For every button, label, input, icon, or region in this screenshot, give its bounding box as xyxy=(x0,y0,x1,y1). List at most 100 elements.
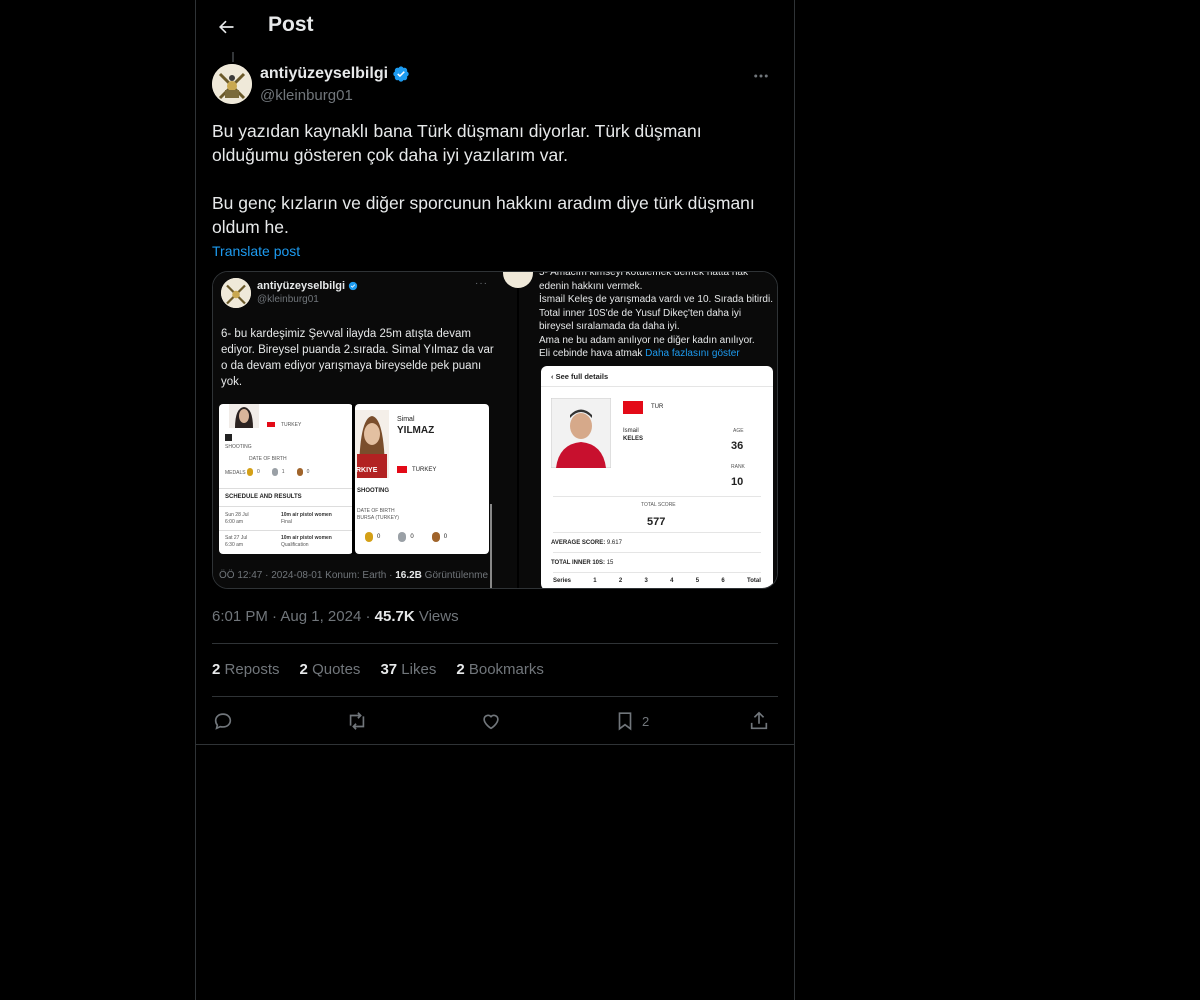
jersey-text: RKIYE xyxy=(356,467,378,474)
likes-stat[interactable]: 37 Likes xyxy=(380,661,436,678)
flag-icon xyxy=(397,466,407,473)
post-date[interactable]: Aug 1, 2024 xyxy=(280,608,361,625)
athlete-photo xyxy=(229,404,259,428)
screenshot-text: 5- Amacım kimseyi kötülemek demek hatta … xyxy=(539,272,775,361)
post-author: antiyüzeyselbilgi @kleinburg01 xyxy=(212,64,778,108)
repost-icon xyxy=(349,712,365,730)
screenshot-text-line: İsmail Keleş de yarışmada vardı ve 10. S… xyxy=(539,294,773,332)
bookmark-icon xyxy=(618,712,632,731)
like-button[interactable] xyxy=(480,706,502,736)
action-bar: 2 xyxy=(212,706,778,736)
screenshot-handle: @kleinburg01 xyxy=(257,294,319,305)
rank-label: RANK xyxy=(731,464,745,470)
screenshot-scrollbar xyxy=(490,504,492,588)
stat-label: Reposts xyxy=(224,661,280,678)
series-table-header: Series 1 2 3 4 5 6 Total xyxy=(553,578,761,584)
schedule-event: 10m air pistol women xyxy=(281,512,332,518)
card-medals-label: MEDALS xyxy=(225,470,246,476)
medal-count: 0 xyxy=(410,534,414,540)
stat-label: Likes xyxy=(401,661,437,678)
age-value: 36 xyxy=(731,440,744,452)
schedule-date: Sat 27 Jul xyxy=(225,535,248,541)
stat-label: Quotes xyxy=(312,661,361,678)
author-handle[interactable]: @kleinburg01 xyxy=(260,87,353,104)
screenshot-views: 16.2B xyxy=(395,570,422,581)
card-country: TURKEY xyxy=(281,422,302,428)
average-score-row: AVERAGE SCORE: 9.617 xyxy=(551,540,622,546)
screenshot-author-name: antiyüzeyselbilgi xyxy=(257,280,358,292)
screenshot-name-text: antiyüzeyselbilgi xyxy=(257,280,346,292)
share-button[interactable] xyxy=(748,706,770,736)
divider xyxy=(196,744,794,745)
table-header-cell: 3 xyxy=(644,578,648,584)
medal-row: 0 0 0 xyxy=(365,532,447,542)
media-image-left[interactable]: antiyüzeyselbilgi @kleinburg01 ··· 6- bu… xyxy=(213,272,517,588)
see-full-details-label: See full details xyxy=(555,372,609,381)
screenshot-text-line: Eli cebinde hava atmak xyxy=(539,348,646,359)
schedule-date: Sun 28 Jul xyxy=(225,512,249,518)
back-button[interactable] xyxy=(208,9,244,45)
schedule-stage: Final xyxy=(281,519,292,525)
flag-icon xyxy=(623,401,643,414)
screenshot-more-icon: ··· xyxy=(475,278,488,289)
post-time[interactable]: 6:01 PM xyxy=(212,608,268,625)
tweet-text: Bu yazıdan kaynaklı bana Türk düşmanı di… xyxy=(212,119,778,239)
see-full-details: ‹ See full details xyxy=(551,372,609,381)
age-label: AGE xyxy=(733,428,744,434)
table-header-cell: 5 xyxy=(695,578,700,584)
rank-value: 10 xyxy=(731,476,744,488)
athlete-detail-card: ‹ See full details TUR Ismail KELES AGE … xyxy=(541,366,773,588)
reply-icon xyxy=(214,713,232,730)
avatar[interactable] xyxy=(212,64,252,104)
stat-count: 37 xyxy=(380,661,398,678)
medal-count: 0 xyxy=(306,469,310,475)
show-more-link: Daha fazlasını göster xyxy=(645,348,740,359)
medal-count: 0 xyxy=(443,534,448,540)
medal-count: 0 xyxy=(257,469,260,475)
thread-connector xyxy=(232,52,234,62)
author-name-row: antiyüzeyselbilgi xyxy=(260,65,410,83)
more-options-button[interactable] xyxy=(744,64,778,88)
repost-button[interactable] xyxy=(346,706,368,736)
tweet-paragraph: Bu yazıdan kaynaklı bana Türk düşmanı di… xyxy=(212,121,702,165)
total-score-label: TOTAL SCORE xyxy=(641,502,676,508)
average-score-value: 9.617 xyxy=(606,540,622,546)
media-image-right[interactable]: 5- Amacım kimseyi kötülemek demek hatta … xyxy=(503,272,777,588)
stat-count: 2 xyxy=(299,661,308,678)
arrow-left-icon xyxy=(219,20,234,34)
table-header-cell: 1 xyxy=(593,578,597,584)
schedule-time: 6:30 am xyxy=(225,542,244,548)
medal-count: 0 xyxy=(377,534,381,540)
athlete-last-name: YILMAZ xyxy=(397,425,435,436)
reposts-stat[interactable]: 2 Reposts xyxy=(212,661,280,678)
bookmarks-stat[interactable]: 2 Bookmarks xyxy=(456,661,544,678)
stat-count: 2 xyxy=(456,661,465,678)
bookmark-button[interactable]: 2 xyxy=(614,706,649,736)
primary-column: Post antiyüzeyselbilgi @kleinburg01 Bu y… xyxy=(195,0,795,1000)
screenshot-timestamp: ÖÖ 12:47 · 2024-08-01 Konum: Earth · xyxy=(219,570,396,581)
table-header-cell: Series xyxy=(553,578,572,584)
post-header: Post xyxy=(196,0,794,54)
stat-count: 2 xyxy=(212,661,221,678)
screenshot-text-line: Ama ne bu adam anılıyor ne diğer kadın a… xyxy=(539,334,755,346)
card-birthplace: BURSA (TURKEY) xyxy=(357,515,399,521)
schedule-time: 6:00 am xyxy=(225,519,244,525)
views-label: Views xyxy=(418,608,459,625)
table-header-cell: 2 xyxy=(618,578,623,584)
page-title: Post xyxy=(268,13,314,36)
total-score-value: 577 xyxy=(647,516,666,528)
author-display-name[interactable]: antiyüzeyselbilgi xyxy=(260,65,388,83)
reply-button[interactable] xyxy=(212,706,234,736)
translate-post-link[interactable]: Translate post xyxy=(212,243,300,259)
silver-medal-icon xyxy=(398,532,407,542)
total-inner-row: TOTAL INNER 10S: 15 xyxy=(551,560,613,566)
silver-medal-icon xyxy=(271,468,278,476)
like-icon xyxy=(483,714,499,730)
table-header-cell: 4 xyxy=(670,578,674,584)
divider xyxy=(212,643,778,644)
share-icon xyxy=(750,711,768,730)
card-dob-label: DATE OF BIRTH xyxy=(249,456,287,462)
quotes-stat[interactable]: 2 Quotes xyxy=(300,661,361,678)
athlete-photo xyxy=(551,398,611,468)
divider xyxy=(212,696,778,697)
